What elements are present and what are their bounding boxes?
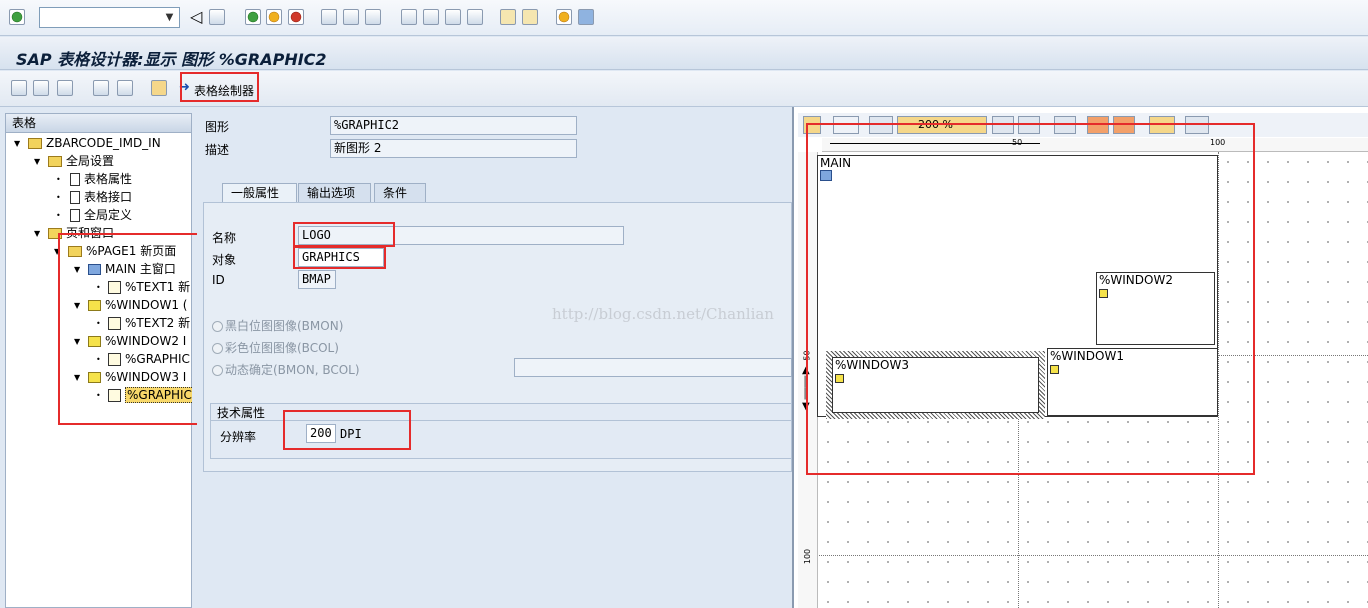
tree-node-label: ZBARCODE_IMD_IN (46, 136, 161, 150)
tab-conditions[interactable]: 条件 (374, 183, 426, 203)
folder-icon (28, 138, 42, 149)
guide-line (819, 555, 1368, 556)
folder-icon (48, 156, 62, 167)
tree-node[interactable]: ▼ 全局设置 (34, 153, 114, 170)
bullet-icon: • (56, 193, 61, 202)
highlight-box (293, 222, 395, 247)
other-object-icon[interactable] (33, 80, 49, 96)
find-icon[interactable] (343, 9, 359, 25)
radio-label: 彩色位图图像(BCOL) (225, 341, 339, 355)
document-icon (70, 191, 80, 204)
id-label: ID (212, 273, 225, 287)
name-label: 名称 (212, 231, 237, 245)
command-field[interactable] (39, 7, 180, 28)
tree-header: 表格 (6, 114, 191, 133)
tree-node-label: 全局设置 (66, 154, 115, 168)
tab-general[interactable]: 一般属性 (222, 183, 297, 203)
document-icon (70, 173, 80, 186)
layout-icon[interactable] (578, 9, 594, 25)
check-icon[interactable] (57, 80, 73, 96)
find-next-icon[interactable] (365, 9, 381, 25)
tree-node-label: 表格接口 (84, 190, 133, 204)
page-title: SAP 表格设计器:显示 图形 %GRAPHIC2 (16, 50, 327, 69)
graphic-name-field[interactable]: %GRAPHIC2 (330, 116, 577, 135)
highlight-box (806, 123, 1255, 475)
bullet-icon: • (56, 175, 61, 184)
graphic-label: 图形 (205, 120, 230, 134)
tree-node-label: 全局定义 (84, 208, 133, 222)
collapse-all-icon[interactable] (117, 80, 133, 96)
tree-node-label: 表格属性 (84, 172, 133, 186)
dynamic-field[interactable] (514, 358, 792, 377)
tab-output-options[interactable]: 输出选项 (298, 183, 371, 203)
object-label: 对象 (212, 253, 237, 267)
resolution-label: 分辨率 (220, 430, 257, 444)
expand-toggle-icon[interactable]: ▼ (14, 135, 20, 152)
watermark: http://blog.csdn.net/Chanlian (552, 305, 774, 323)
expand-icon[interactable] (93, 80, 109, 96)
save-icon[interactable] (209, 9, 225, 25)
enter-icon[interactable] (9, 9, 25, 25)
document-icon (70, 209, 80, 222)
display-change-icon[interactable] (11, 80, 27, 96)
description-label: 描述 (205, 143, 230, 157)
expand-toggle-icon[interactable]: ▼ (34, 153, 40, 170)
radio-label: 黑白位图图像(BMON) (225, 319, 344, 333)
description-field[interactable]: 新图形 2 (330, 139, 577, 158)
cancel-icon[interactable] (288, 9, 304, 25)
tree-node[interactable]: ▼ ZBARCODE_IMD_IN (14, 135, 161, 152)
id-field[interactable]: BMAP (298, 270, 336, 289)
new-session-icon[interactable] (500, 9, 516, 25)
highlight-box (283, 410, 411, 450)
tech-attributes-title: 技术属性 (217, 406, 266, 420)
exit-icon[interactable] (266, 9, 282, 25)
radio-dynamic[interactable]: 动态确定(BMON, BCOL) (212, 361, 360, 378)
radio-bmon[interactable]: 黑白位图图像(BMON) (212, 317, 343, 334)
expand-toggle-icon[interactable]: ▼ (34, 225, 40, 242)
tree-node[interactable]: • 表格属性 (56, 171, 132, 188)
system-toolbar (0, 0, 1368, 36)
tree-node[interactable]: • 全局定义 (56, 207, 132, 224)
help-icon[interactable] (556, 9, 572, 25)
highlight-box (180, 72, 259, 102)
bullet-icon: • (56, 211, 61, 220)
tree-node[interactable]: • 表格接口 (56, 189, 132, 206)
print-icon[interactable] (321, 9, 337, 25)
last-page-icon[interactable] (467, 9, 483, 25)
back-icon[interactable] (245, 9, 261, 25)
prev-page-icon[interactable] (423, 9, 439, 25)
test-icon[interactable] (151, 80, 167, 96)
radio-bcol[interactable]: 彩色位图图像(BCOL) (212, 339, 339, 356)
highlight-box (293, 246, 386, 269)
first-page-icon[interactable] (401, 9, 417, 25)
collapse-icon[interactable]: ◁ (190, 7, 202, 26)
chevron-down-icon[interactable]: ▼ (160, 8, 179, 27)
radio-label: 动态确定(BMON, BCOL) (225, 363, 360, 377)
ruler-mark: 100 (803, 548, 813, 565)
next-page-icon[interactable] (445, 9, 461, 25)
shortcut-icon[interactable] (522, 9, 538, 25)
